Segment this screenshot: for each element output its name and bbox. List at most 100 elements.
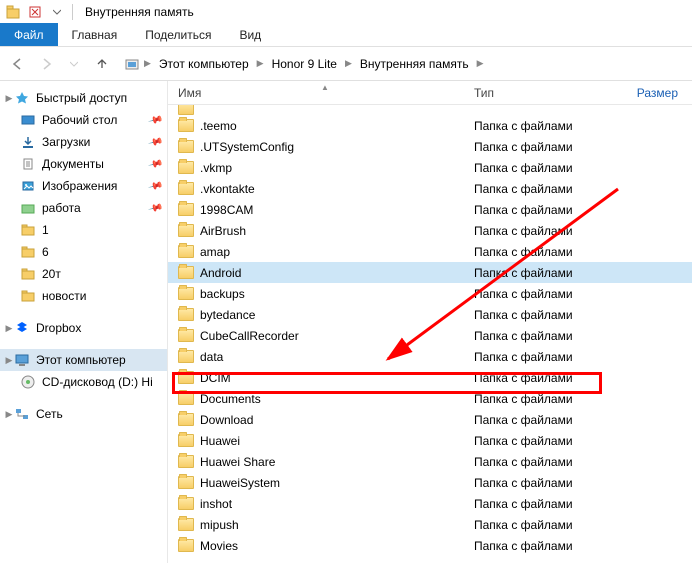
table-row[interactable]: .vkontakteПапка с файлами — [168, 178, 692, 199]
folder-icon — [178, 371, 194, 384]
folder-icon — [178, 539, 194, 552]
sidebar-item[interactable]: Рабочий стол📌 — [0, 109, 167, 131]
sidebar-item[interactable]: Изображения📌 — [0, 175, 167, 197]
sidebar-item[interactable]: Документы📌 — [0, 153, 167, 175]
tab-view[interactable]: Вид — [225, 23, 275, 46]
table-row[interactable]: bytedanceПапка с файлами — [168, 304, 692, 325]
chevron-right-icon[interactable]: ▶ — [477, 58, 484, 69]
table-row[interactable]: amap Папка с файлами — [168, 241, 692, 262]
documents-icon — [20, 156, 36, 172]
sidebar-item[interactable]: 20т — [0, 263, 167, 285]
sidebar-item[interactable]: 6 — [0, 241, 167, 263]
separator — [72, 4, 73, 20]
folder-icon — [178, 105, 194, 115]
table-row[interactable]: xx — [168, 105, 692, 115]
folder-icon — [178, 413, 194, 426]
table-row[interactable]: Huawei ShareПапка с файлами — [168, 451, 692, 472]
sidebar-item[interactable]: новости — [0, 285, 167, 307]
folder-icon — [178, 287, 194, 300]
column-header-name[interactable]: ▲ Имя — [168, 86, 474, 100]
breadcrumb-item-storage[interactable]: Внутренняя память — [356, 55, 473, 73]
folder-icon — [178, 224, 194, 237]
column-header-size[interactable]: Размер — [614, 86, 692, 100]
file-name: DCIM — [200, 371, 231, 385]
tab-file[interactable]: Файл — [0, 23, 58, 46]
pin-icon: 📌 — [147, 200, 163, 216]
chevron-right-icon[interactable]: ▶ — [4, 355, 14, 366]
file-name: .teemo — [200, 119, 237, 133]
sidebar-item[interactable]: 1 — [0, 219, 167, 241]
tab-share[interactable]: Поделиться — [131, 23, 225, 46]
file-name: amap — [200, 245, 230, 259]
sidebar-item[interactable]: Загрузки📌 — [0, 131, 167, 153]
chevron-right-icon[interactable]: ▶ — [4, 409, 14, 420]
chevron-right-icon[interactable]: ▶ — [4, 93, 14, 104]
file-rows[interactable]: xx.teemoПапка с файлами.UTSystemConfigПа… — [168, 105, 692, 556]
sidebar-cd-drive[interactable]: CD-дисковод (D:) Hi — [0, 371, 167, 393]
table-row[interactable]: .vkmpПапка с файлами — [168, 157, 692, 178]
table-row[interactable]: HuaweiSystemПапка с файлами — [168, 472, 692, 493]
chevron-right-icon[interactable]: ▶ — [345, 58, 352, 69]
table-row[interactable]: DCIMПапка с файлами — [168, 367, 692, 388]
table-row[interactable]: inshotПапка с файлами — [168, 493, 692, 514]
file-type: Папка с файлами — [474, 161, 614, 175]
qat-properties-icon[interactable] — [26, 3, 44, 21]
pictures-icon — [20, 178, 36, 194]
table-row[interactable]: mipush Папка с файлами — [168, 514, 692, 535]
sidebar-item-label: работа — [42, 201, 81, 215]
table-row[interactable]: .teemoПапка с файлами — [168, 115, 692, 136]
nav-tree[interactable]: ▶ Быстрый доступ Рабочий стол📌Загрузки📌Д… — [0, 81, 168, 563]
table-row[interactable]: MoviesПапка с файлами — [168, 535, 692, 556]
sidebar-dropbox[interactable]: ▶ Dropbox — [0, 317, 167, 339]
sidebar-item[interactable]: работа 📌 — [0, 197, 167, 219]
sidebar-label: Этот компьютер — [36, 353, 126, 367]
folder-icon — [178, 518, 194, 531]
chevron-right-icon[interactable]: ▶ — [257, 58, 264, 69]
table-row[interactable]: 1998CAMПапка с файлами — [168, 199, 692, 220]
file-type: Папка с файлами — [474, 266, 614, 280]
tab-home[interactable]: Главная — [58, 23, 132, 46]
sidebar-network[interactable]: ▶ Сеть — [0, 403, 167, 425]
file-type: Папка с файлами — [474, 182, 614, 196]
table-row[interactable]: backupsПапка с файлами — [168, 283, 692, 304]
nav-forward-button[interactable] — [36, 54, 56, 74]
table-row[interactable]: CubeCallRecorderПапка с файлами — [168, 325, 692, 346]
nav-up-button[interactable] — [92, 54, 112, 74]
column-headers[interactable]: ▲ Имя Тип Размер — [168, 81, 692, 105]
table-row[interactable]: AndroidПапка с файлами — [168, 262, 692, 283]
file-name: bytedance — [200, 308, 255, 322]
table-row[interactable]: AirBrushПапка с файлами — [168, 220, 692, 241]
sidebar-this-pc[interactable]: ▶ Этот компьютер — [0, 349, 167, 371]
computer-icon — [14, 352, 30, 368]
breadcrumb-root-icon[interactable] — [124, 56, 140, 72]
folder-icon — [178, 392, 194, 405]
folder-icon — [20, 266, 36, 282]
file-name: 1998CAM — [200, 203, 253, 217]
nav-recent-dropdown[interactable] — [64, 54, 84, 74]
table-row[interactable]: DownloadПапка с файлами — [168, 409, 692, 430]
chevron-right-icon[interactable]: ▶ — [144, 58, 151, 69]
sidebar-label: Быстрый доступ — [36, 91, 127, 105]
nav-back-button[interactable] — [8, 54, 28, 74]
qat-dropdown-icon[interactable] — [48, 3, 66, 21]
breadcrumb-item-device[interactable]: Honor 9 Lite — [268, 55, 341, 73]
file-type: Папка с файлами — [474, 245, 614, 259]
breadcrumb[interactable]: ▶ Этот компьютер ▶ Honor 9 Lite ▶ Внутре… — [120, 52, 684, 76]
file-type: Папка с файлами — [474, 287, 614, 301]
column-header-type[interactable]: Тип — [474, 86, 614, 100]
chevron-right-icon[interactable]: ▶ — [4, 323, 14, 334]
table-row[interactable]: DocumentsПапка с файлами — [168, 388, 692, 409]
file-type: Папка с файлами — [474, 518, 614, 532]
table-row[interactable]: HuaweiПапка с файлами — [168, 430, 692, 451]
sidebar-quick-access[interactable]: ▶ Быстрый доступ — [0, 87, 167, 109]
folder-icon — [178, 497, 194, 510]
disc-icon — [20, 374, 36, 390]
table-row[interactable]: dataПапка с файлами — [168, 346, 692, 367]
file-name: Download — [200, 413, 253, 427]
file-name: mipush — [200, 518, 239, 532]
sidebar-label: Сеть — [36, 407, 63, 421]
table-row[interactable]: .UTSystemConfigПапка с файлами — [168, 136, 692, 157]
file-name: AirBrush — [200, 224, 246, 238]
breadcrumb-item-thispc[interactable]: Этот компьютер — [155, 55, 253, 73]
sidebar-label: CD-дисковод (D:) Hi — [42, 375, 153, 389]
